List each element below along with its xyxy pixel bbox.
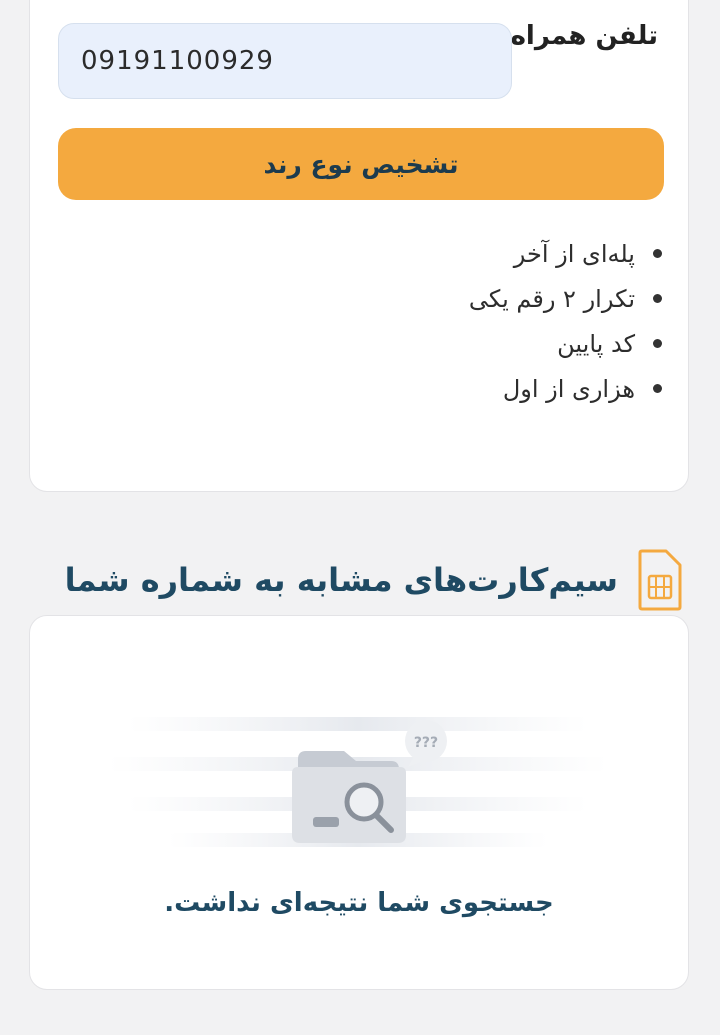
bullet-icon <box>653 294 662 303</box>
detect-round-type-button[interactable]: تشخیص نوع رند <box>58 128 664 200</box>
phone-check-card: تلفن همراه تشخیص نوع رند پله‌ای از آخر ت… <box>29 0 689 492</box>
empty-state-message: جستجوی شما نتیجه‌ای نداشت. <box>164 888 554 918</box>
list-item: کد پایین <box>469 321 662 366</box>
pattern-label: کد پایین <box>557 329 635 358</box>
pattern-label: پله‌ای از آخر <box>513 239 635 268</box>
round-pattern-list: پله‌ای از آخر تکرار ۲ رقم یکی کد پایین ه… <box>469 231 662 411</box>
phone-input[interactable] <box>58 23 512 99</box>
similar-sims-card: ??? جستجوی شما نتیجه‌ای نداشت. <box>29 615 689 990</box>
section-title: سیم‌کارت‌های مشابه به شماره شما <box>64 561 618 599</box>
list-item: هزاری از اول <box>469 366 662 411</box>
bubble-text: ??? <box>414 735 438 751</box>
empty-search-folder-icon: ??? <box>108 717 608 847</box>
pattern-label: تکرار ۲ رقم یکی <box>468 284 635 313</box>
bullet-icon <box>653 249 662 258</box>
sim-card-icon <box>638 549 682 611</box>
pattern-label: هزاری از اول <box>502 374 635 403</box>
similar-sims-header: سیم‌کارت‌های مشابه به شماره شما <box>50 548 684 612</box>
bullet-icon <box>653 339 662 348</box>
phone-label: تلفن همراه <box>510 21 658 51</box>
list-item: پله‌ای از آخر <box>469 231 662 276</box>
bullet-icon <box>653 384 662 393</box>
list-item: تکرار ۲ رقم یکی <box>469 276 662 321</box>
